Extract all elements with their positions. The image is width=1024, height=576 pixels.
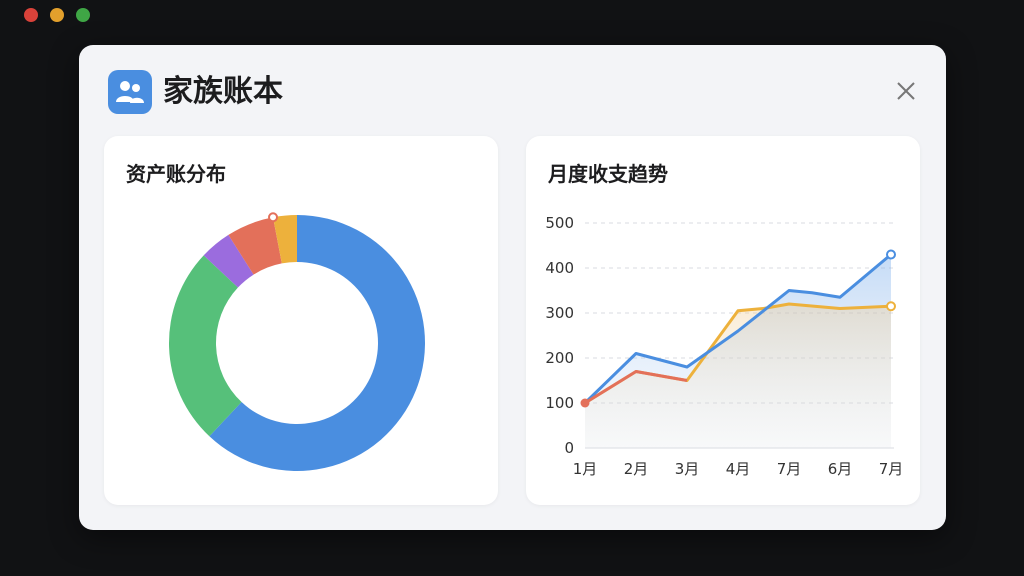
asset-donut-chart: [169, 212, 425, 471]
trend-line-chart: 0 100 200 300 400 500 1月 2月 3月 4月 7月 6月 7月: [545, 214, 904, 478]
y-tick-label: 200: [545, 349, 574, 367]
x-tick-label: 2月: [624, 460, 649, 478]
asset-distribution-card: 资产账分布: [104, 136, 498, 505]
close-window-dot[interactable]: [24, 8, 38, 22]
x-tick-label: 7月: [879, 460, 904, 478]
x-tick-label: 4月: [726, 460, 751, 478]
y-tick-label: 500: [545, 214, 574, 232]
x-tick-label: 6月: [828, 460, 853, 478]
x-tick-label: 1月: [573, 460, 598, 478]
x-tick-label: 7月: [777, 460, 802, 478]
series-end-point-1[interactable]: [886, 301, 896, 312]
series-start-point[interactable]: [580, 398, 590, 408]
x-tick-label: 3月: [675, 460, 700, 478]
family-icon: [108, 70, 152, 114]
close-button[interactable]: [894, 79, 918, 103]
family-ledger-window: 家族账本 资产账分布 月度收支趋势 0 100 200 300 400 500 1月 2月 3月…: [79, 45, 946, 530]
series-end-point-0[interactable]: [886, 249, 896, 260]
donut-slice-1[interactable]: [169, 255, 242, 437]
window-controls: [24, 8, 90, 22]
y-tick-label: 0: [564, 439, 574, 457]
close-icon: [897, 82, 915, 100]
page-title: 家族账本: [163, 74, 283, 109]
maximize-window-dot[interactable]: [76, 8, 90, 22]
y-tick-label: 100: [545, 394, 574, 412]
y-tick-label: 300: [545, 304, 574, 322]
donut-marker: [268, 212, 279, 223]
y-tick-label: 400: [545, 259, 574, 277]
minimize-window-dot[interactable]: [50, 8, 64, 22]
monthly-trend-card: 月度收支趋势 0 100 200 300 400 500 1月 2月 3月 4月 7月 6月 7月: [526, 136, 920, 505]
